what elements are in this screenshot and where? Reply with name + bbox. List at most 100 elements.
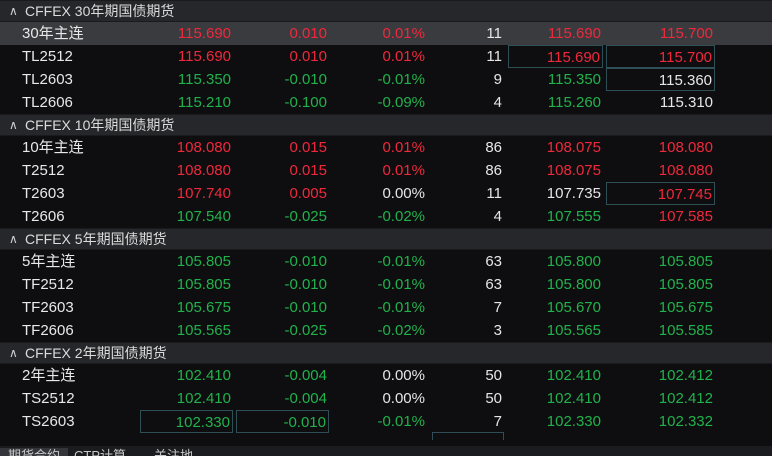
change: -0.010: [284, 276, 327, 293]
table-row[interactable]: T2512 108.080 0.015 0.01% 86 108.075 108.080: [0, 159, 772, 182]
volume: 4: [493, 208, 502, 225]
change-percent: 0.00%: [382, 367, 425, 384]
volume: 11: [486, 185, 502, 202]
change: -0.010: [284, 299, 327, 316]
change: 0.015: [289, 139, 327, 156]
table-row[interactable]: 2年主连 102.410 -0.004 0.00% 50 102.410 102.412: [0, 364, 772, 387]
table-row[interactable]: TS2603 102.330 -0.010 -0.01% 7 102.330 102.332: [0, 410, 772, 433]
tab-0[interactable]: 期货合约: [0, 448, 69, 456]
last-price: 108.080: [176, 162, 231, 179]
table-row[interactable]: T2603 107.740 0.005 0.00% 11 107.735 107.745: [0, 182, 772, 205]
volume: 7: [493, 299, 502, 316]
bid-price: 105.800: [546, 253, 601, 270]
table-row[interactable]: T2606 107.540 -0.025 -0.02% 4 107.555 107.585: [0, 205, 772, 228]
group-title: CFFEX 5年期国债期货: [25, 231, 167, 247]
change-percent: 0.01%: [382, 162, 425, 179]
change: -0.100: [284, 94, 327, 111]
bid-price: 105.670: [546, 299, 601, 316]
ask-price: 102.412: [658, 390, 713, 407]
volume: 63: [485, 276, 502, 293]
change: 0.010: [289, 25, 327, 42]
chevron-up-icon[interactable]: ∧: [9, 342, 25, 364]
change-percent: -0.09%: [377, 94, 425, 111]
scroll-stub: [432, 432, 504, 440]
ask-price: 115.360: [606, 68, 715, 91]
group-header[interactable]: ∧ CFFEX 2年期国债期货: [0, 342, 772, 364]
bid-price: 102.410: [546, 390, 601, 407]
table-row[interactable]: TS2512 102.410 -0.004 0.00% 50 102.410 102.412: [0, 387, 772, 410]
last-price: 108.080: [176, 139, 231, 156]
change-percent: -0.01%: [377, 299, 425, 316]
volume: 3: [493, 322, 502, 339]
bid-price: 115.690: [508, 45, 603, 68]
table-row[interactable]: TL2512 115.690 0.010 0.01% 11 115.690 115.700: [0, 45, 772, 68]
volume: 86: [485, 162, 502, 179]
volume: 7: [493, 413, 502, 430]
change: -0.025: [284, 322, 327, 339]
ask-price: 105.805: [658, 253, 713, 270]
ask-price: 115.700: [659, 25, 713, 42]
change-percent: -0.01%: [377, 413, 425, 430]
change-percent: -0.02%: [377, 208, 425, 225]
last-price: 102.410: [176, 390, 231, 407]
table-row[interactable]: TF2606 105.565 -0.025 -0.02% 3 105.565 105.585: [0, 319, 772, 342]
bid-price: 115.260: [547, 94, 601, 111]
change: -0.010: [284, 71, 327, 88]
change: -0.010: [284, 253, 327, 270]
group-header[interactable]: ∧ CFFEX 5年期国债期货: [0, 228, 772, 250]
tab-2[interactable]: 关注地: [146, 448, 201, 456]
change: 0.015: [289, 162, 327, 179]
change: -0.004: [284, 390, 327, 407]
change-percent: -0.02%: [377, 322, 425, 339]
group-header[interactable]: ∧ CFFEX 30年期国债期货: [0, 0, 772, 22]
chevron-up-icon[interactable]: ∧: [9, 228, 25, 250]
group-title: CFFEX 30年期国债期货: [25, 3, 175, 19]
tab-1[interactable]: CTP计算: [66, 448, 134, 456]
chevron-up-icon[interactable]: ∧: [9, 0, 25, 22]
ask-price: 107.585: [658, 208, 713, 225]
change: 0.010: [289, 48, 327, 65]
volume: 86: [485, 139, 502, 156]
change-percent: -0.01%: [377, 71, 425, 88]
bid-price: 105.800: [546, 276, 601, 293]
group-title: CFFEX 2年期国债期货: [25, 345, 167, 361]
last-price: 105.805: [176, 276, 231, 293]
change-percent: -0.01%: [377, 276, 425, 293]
last-price: 115.210: [177, 94, 231, 111]
bid-price: 102.410: [546, 367, 601, 384]
bid-price: 102.330: [546, 413, 601, 430]
change: -0.010: [236, 410, 329, 433]
ask-price: 105.585: [658, 322, 713, 339]
table-row[interactable]: 5年主连 105.805 -0.010 -0.01% 63 105.800 105.805: [0, 250, 772, 273]
change: -0.025: [284, 208, 327, 225]
ask-price: 108.080: [658, 139, 713, 156]
last-price: 102.330: [140, 410, 233, 433]
chevron-up-icon[interactable]: ∧: [9, 114, 25, 136]
table-row[interactable]: TF2603 105.675 -0.010 -0.01% 7 105.670 105.675: [0, 296, 772, 319]
table-row[interactable]: 30年主连 115.690 0.010 0.01% 11 115.690 115.700: [0, 22, 772, 45]
last-price: 105.675: [176, 299, 231, 316]
change-percent: -0.01%: [377, 253, 425, 270]
group-header[interactable]: ∧ CFFEX 10年期国债期货: [0, 114, 772, 136]
table-row[interactable]: TF2512 105.805 -0.010 -0.01% 63 105.800 105.80…: [0, 273, 772, 296]
last-price: 105.565: [176, 322, 231, 339]
volume: 50: [485, 367, 502, 384]
ask-price: 102.332: [658, 413, 713, 430]
last-price: 102.410: [176, 367, 231, 384]
bid-price: 105.565: [546, 322, 601, 339]
change-percent: 0.00%: [382, 185, 425, 202]
ask-price: 115.310: [659, 94, 713, 111]
last-price: 107.540: [176, 208, 231, 225]
group-title: CFFEX 10年期国债期货: [25, 117, 175, 133]
change-percent: 0.00%: [382, 390, 425, 407]
table-row[interactable]: TL2603 115.350 -0.010 -0.01% 9 115.350 115.360: [0, 68, 772, 91]
ask-price: 102.412: [658, 367, 713, 384]
volume: 9: [493, 71, 502, 88]
quote-board: ∧ CFFEX 30年期国债期货 30年主连 115.690 0.010 0.01% 11 1…: [0, 0, 772, 440]
last-price: 115.690: [177, 25, 231, 42]
table-row[interactable]: TL2606 115.210 -0.100 -0.09% 4 115.260 115.310: [0, 91, 772, 114]
volume: 4: [493, 94, 502, 111]
volume: 11: [486, 48, 502, 65]
table-row[interactable]: 10年主连 108.080 0.015 0.01% 86 108.075 108.080: [0, 136, 772, 159]
volume: 63: [485, 253, 502, 270]
